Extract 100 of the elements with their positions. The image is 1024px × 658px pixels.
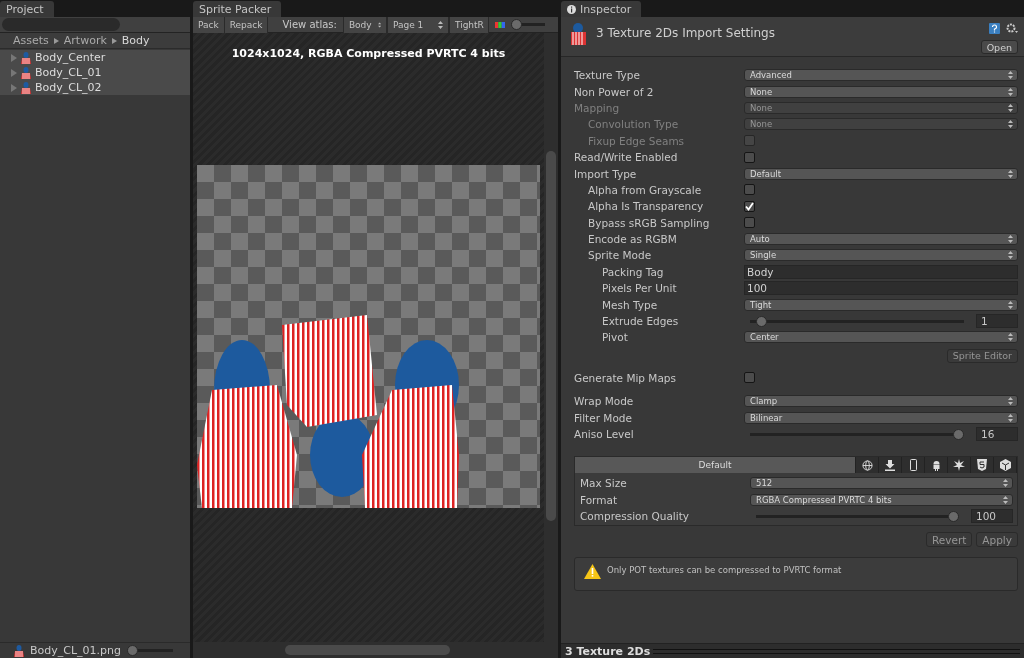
number-field[interactable]: 100 bbox=[971, 509, 1013, 524]
stepper-icon bbox=[1008, 235, 1013, 244]
slider-thumb[interactable] bbox=[127, 645, 138, 656]
number-field[interactable]: 16 bbox=[976, 427, 1018, 441]
property-label: Format bbox=[580, 493, 618, 506]
panel-tab[interactable]: Inspector bbox=[561, 1, 642, 17]
property-label: Max Size bbox=[580, 477, 628, 490]
slider[interactable] bbox=[510, 19, 545, 30]
inspector-title: 3 Texture 2Ds Import Settings bbox=[596, 25, 776, 40]
dropdown[interactable]: Center bbox=[744, 331, 1018, 344]
property-label: Sprite Mode bbox=[587, 249, 653, 262]
property-label: Encode as RGBM bbox=[587, 233, 678, 246]
checkbox[interactable] bbox=[744, 217, 755, 229]
dropdown[interactable]: RGBA Compressed PVRTC 4 bits bbox=[750, 493, 1013, 506]
texture-thumbnail-icon bbox=[570, 23, 587, 45]
property-label: Wrap Mode bbox=[574, 395, 635, 408]
stepper-icon bbox=[1008, 300, 1013, 309]
slider-thumb[interactable] bbox=[948, 510, 959, 522]
color-channels-icon[interactable] bbox=[494, 21, 505, 28]
dropdown[interactable]: None bbox=[744, 85, 1018, 98]
scrollbar-thumb[interactable] bbox=[546, 151, 556, 521]
open-button[interactable]: Open bbox=[980, 40, 1018, 54]
scrollbar-thumb[interactable] bbox=[285, 645, 450, 655]
property-label: Texture Type bbox=[574, 69, 641, 82]
phone-icon bbox=[909, 459, 917, 472]
property-label: Bypass sRGB Sampling bbox=[587, 216, 711, 229]
stepper-icon bbox=[1008, 413, 1013, 422]
slider-thumb[interactable] bbox=[953, 428, 964, 440]
breadcrumb-link[interactable]: Artwork bbox=[63, 34, 107, 47]
property-label: Extrude Edges bbox=[601, 315, 680, 328]
sprite-thumbnail-icon bbox=[14, 644, 24, 657]
breadcrumb-link[interactable]: Body bbox=[121, 34, 150, 47]
status-text: 3 Texture 2Ds bbox=[565, 644, 651, 658]
checkbox[interactable] bbox=[744, 200, 755, 212]
dropdown[interactable]: Clamp bbox=[744, 395, 1018, 408]
number-field[interactable]: 1 bbox=[976, 314, 1018, 329]
breadcrumb-link[interactable]: Assets bbox=[13, 34, 49, 47]
platform-tab[interactable]: Default bbox=[575, 457, 856, 474]
download-icon bbox=[885, 459, 895, 471]
atlas-info: 1024x1024, RGBA Compressed PVRTC 4 bits bbox=[231, 47, 506, 60]
stepper-icon bbox=[1008, 87, 1013, 96]
property-label: Pivot bbox=[601, 331, 629, 344]
sprite-thumbnail-icon bbox=[21, 81, 31, 94]
panel-tab[interactable]: Project bbox=[0, 1, 54, 17]
property-label: Read/Write Enabled bbox=[574, 151, 679, 164]
settings-icon[interactable] bbox=[1006, 23, 1018, 34]
stepper-icon bbox=[1003, 495, 1008, 504]
text-field[interactable]: 100 bbox=[744, 281, 1018, 296]
property-label: Fixup Edge Seams bbox=[587, 134, 686, 147]
dropdown[interactable]: Tight bbox=[744, 298, 1018, 311]
dropdown[interactable]: Bilinear bbox=[744, 411, 1018, 424]
property-label: Compression Quality bbox=[580, 510, 690, 523]
chevron-icon bbox=[53, 37, 59, 44]
sprite-thumbnail-icon bbox=[21, 66, 31, 79]
stepper-icon bbox=[1008, 397, 1013, 406]
warning-icon bbox=[584, 564, 601, 580]
info-icon bbox=[567, 4, 576, 14]
globe-icon bbox=[861, 459, 873, 471]
property-label: Packing Tag bbox=[601, 265, 665, 278]
html5-icon bbox=[977, 459, 987, 472]
slider-thumb[interactable] bbox=[510, 19, 522, 30]
asset-item[interactable]: Body_CL_02 bbox=[0, 80, 190, 95]
sprite-thumbnail-icon bbox=[21, 51, 31, 64]
chevron-icon bbox=[111, 37, 117, 44]
dropdown[interactable]: Single bbox=[744, 249, 1018, 262]
panel-tab[interactable]: Sprite Packer bbox=[193, 1, 282, 17]
property-label: Pixels Per Unit bbox=[601, 282, 678, 295]
asset-item[interactable]: Body_CL_01 bbox=[0, 65, 190, 80]
file-name: Body_CL_01.png bbox=[30, 644, 121, 657]
text-field[interactable]: Body bbox=[744, 264, 1018, 279]
dropdown[interactable]: Auto bbox=[744, 233, 1018, 246]
checkbox[interactable] bbox=[744, 184, 755, 196]
stepper-icon bbox=[1008, 120, 1013, 129]
checkbox[interactable] bbox=[744, 372, 755, 384]
search-field[interactable] bbox=[2, 18, 120, 31]
property-label: Generate Mip Maps bbox=[574, 371, 677, 384]
stepper-icon bbox=[1008, 71, 1013, 80]
dropdown[interactable]: Default bbox=[744, 167, 1018, 180]
property-label: Mapping bbox=[574, 101, 621, 114]
property-label: Mesh Type bbox=[601, 298, 659, 311]
property-label: Non Power of 2 bbox=[574, 85, 655, 98]
property-label: Alpha from Grayscale bbox=[587, 183, 703, 196]
view-atlas-label: View atlas: bbox=[282, 19, 337, 30]
stepper-icon bbox=[1008, 333, 1013, 342]
property-label: Filter Mode bbox=[574, 411, 633, 424]
stepper-icon bbox=[1003, 479, 1008, 488]
checkbox[interactable] bbox=[744, 151, 755, 163]
dropdown[interactable]: 512 bbox=[750, 477, 1013, 490]
property-label: Alpha Is Transparency bbox=[587, 200, 705, 213]
cube-icon bbox=[999, 459, 1011, 472]
android-icon bbox=[931, 459, 941, 471]
property-label: Convolution Type bbox=[587, 118, 680, 131]
dropdown[interactable]: Advanced bbox=[744, 69, 1018, 82]
stepper-icon bbox=[1008, 169, 1013, 178]
slider-thumb[interactable] bbox=[756, 315, 768, 327]
stepper-icon bbox=[1008, 103, 1013, 112]
asset-item[interactable]: Body_Center bbox=[0, 50, 190, 65]
help-book-icon[interactable] bbox=[989, 23, 1000, 34]
starburst-icon bbox=[953, 459, 965, 472]
property-label: Import Type bbox=[574, 167, 638, 180]
